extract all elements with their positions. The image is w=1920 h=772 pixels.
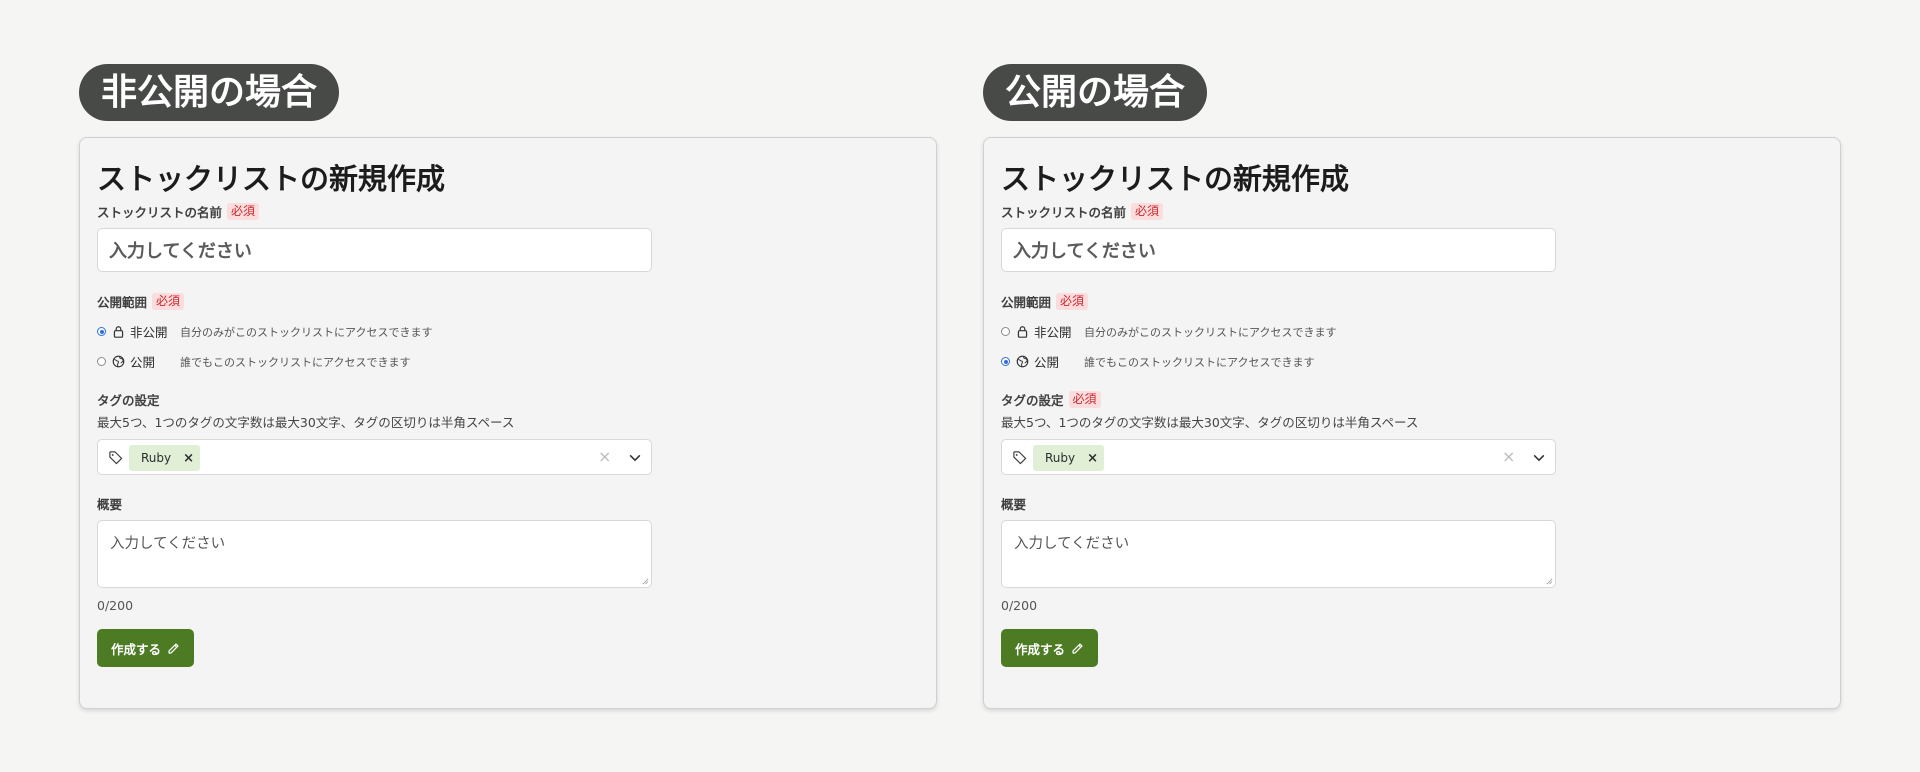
resize-grip-icon[interactable] — [642, 578, 649, 585]
tag-chip: Ruby × — [1033, 445, 1105, 471]
tag-chip: Ruby × — [129, 445, 201, 471]
pencil-icon — [1072, 642, 1083, 654]
summary-textarea[interactable]: 入力してください — [97, 520, 652, 588]
required-badge: 必須 — [227, 203, 260, 220]
option-label: 非公開 — [1034, 325, 1072, 340]
summary-placeholder: 入力してください — [110, 536, 226, 552]
char-counter: 0/200 — [1001, 598, 1038, 613]
tags-helper-text: 最大5つ、1つのタグの文字数は最大30文字、タグの区切りは半角スペース — [97, 415, 515, 430]
tags-helper-text: 最大5つ、1つのタグの文字数は最大30文字、タグの区切りは半角スペース — [1001, 415, 1419, 430]
tag-select[interactable]: Ruby × × — [97, 439, 652, 475]
radio-public[interactable] — [97, 357, 106, 366]
create-button-label: 作成する — [111, 641, 162, 657]
tag-icon — [109, 451, 123, 465]
name-input[interactable]: 入力してください — [1001, 228, 1556, 272]
option-label: 公開 — [130, 355, 156, 370]
required-badge: 必須 — [152, 293, 185, 310]
stocklist-create-form: ストックリストの新規作成 ストックリストの名前 必須 入力してください 公開範囲… — [79, 137, 937, 709]
name-input[interactable]: 入力してください — [97, 228, 652, 272]
option-description: 誰でもこのストックリストにアクセスできます — [180, 355, 411, 369]
globe-icon — [1016, 355, 1029, 368]
lock-icon — [1017, 326, 1028, 338]
summary-label-text: 概要 — [97, 497, 123, 512]
option-description: 自分のみがこのストックリストにアクセスできます — [1084, 325, 1337, 339]
visibility-option-public[interactable]: 公開 誰でもこのストックリストにアクセスできます — [1001, 352, 1314, 371]
option-description: 自分のみがこのストックリストにアクセスできます — [180, 325, 433, 339]
name-field-label: ストックリストの名前 必須 — [1001, 202, 1164, 221]
create-button-label: 作成する — [1015, 641, 1066, 657]
tag-icon — [1013, 451, 1027, 465]
radio-public[interactable] — [1001, 357, 1010, 366]
scenario-label: 公開の場合 — [983, 64, 1208, 121]
form-title: ストックリストの新規作成 — [97, 162, 446, 196]
tag-chip-remove-icon[interactable]: × — [179, 451, 200, 466]
visibility-label-text: 公開範囲 — [97, 295, 148, 310]
visibility-option-public[interactable]: 公開 誰でもこのストックリストにアクセスできます — [97, 352, 410, 371]
radio-private[interactable] — [1001, 327, 1010, 336]
tags-label: タグの設定 必須 — [1001, 390, 1101, 409]
radio-private[interactable] — [97, 327, 106, 336]
summary-label: 概要 — [97, 494, 122, 513]
clear-tags-icon[interactable]: × — [1502, 448, 1515, 466]
required-badge: 必須 — [1068, 391, 1101, 408]
summary-textarea[interactable]: 入力してください — [1001, 520, 1556, 588]
visibility-label: 公開範囲 必須 — [1001, 292, 1089, 311]
visibility-option-private[interactable]: 非公開 自分のみがこのストックリストにアクセスできます — [1001, 322, 1336, 341]
resize-grip-icon[interactable] — [1546, 578, 1553, 585]
option-label: 非公開 — [130, 325, 168, 340]
required-badge: 必須 — [1056, 293, 1089, 310]
option-label: 公開 — [1034, 355, 1060, 370]
option-description: 誰でもこのストックリストにアクセスできます — [1084, 355, 1315, 369]
tags-label: タグの設定 — [97, 390, 160, 409]
tag-chip-label: Ruby — [1045, 451, 1076, 465]
char-counter: 0/200 — [97, 598, 134, 613]
create-button[interactable]: 作成する — [97, 629, 195, 667]
tag-chip-label: Ruby — [141, 451, 172, 465]
tags-label-text: タグの設定 — [97, 393, 160, 408]
tag-chip-remove-icon[interactable]: × — [1083, 451, 1104, 466]
stocklist-create-form: ストックリストの新規作成 ストックリストの名前 必須 入力してください 公開範囲… — [983, 137, 1841, 709]
summary-label: 概要 — [1001, 494, 1026, 513]
globe-icon — [112, 355, 125, 368]
visibility-label: 公開範囲 必須 — [97, 292, 185, 311]
lock-icon — [113, 326, 124, 338]
name-label-text: ストックリストの名前 — [97, 205, 223, 220]
clear-tags-icon[interactable]: × — [598, 448, 611, 466]
chevron-down-icon[interactable] — [628, 451, 642, 465]
chevron-down-icon[interactable] — [1532, 451, 1546, 465]
form-title: ストックリストの新規作成 — [1001, 162, 1350, 196]
visibility-label-text: 公開範囲 — [1001, 295, 1052, 310]
summary-label-text: 概要 — [1001, 497, 1027, 512]
tag-select[interactable]: Ruby × × — [1001, 439, 1556, 475]
pencil-icon — [168, 642, 179, 654]
create-button[interactable]: 作成する — [1001, 629, 1099, 667]
visibility-option-private[interactable]: 非公開 自分のみがこのストックリストにアクセスできます — [97, 322, 432, 341]
summary-placeholder: 入力してください — [1014, 536, 1130, 552]
required-badge: 必須 — [1131, 203, 1164, 220]
name-label-text: ストックリストの名前 — [1001, 205, 1127, 220]
scenario-label: 非公開の場合 — [79, 64, 340, 121]
tags-label-text: タグの設定 — [1001, 393, 1064, 408]
name-field-label: ストックリストの名前 必須 — [97, 202, 260, 221]
